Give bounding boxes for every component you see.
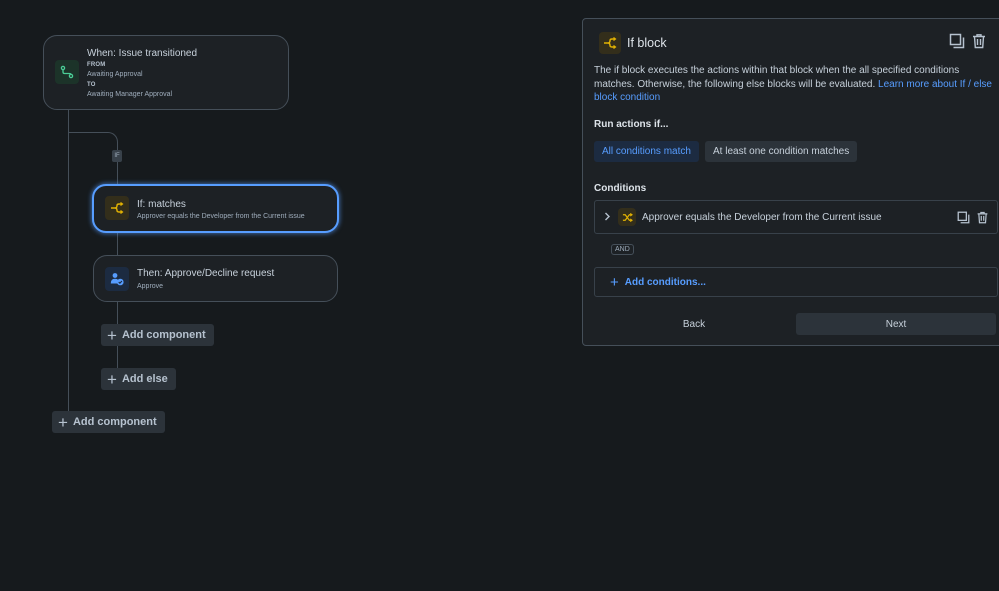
add-component-branch-button[interactable]: + Add component <box>101 324 214 346</box>
if-card-title: If: matches <box>137 199 186 210</box>
chevron-right-icon[interactable] <box>604 208 611 226</box>
shuffle-icon <box>618 208 636 226</box>
branch-icon <box>105 196 129 220</box>
add-component-button[interactable]: + Add component <box>52 411 165 433</box>
duplicate-icon[interactable] <box>949 33 965 54</box>
plus-icon: + <box>107 369 117 389</box>
automation-canvas: When: Issue transitioned FROM Awaiting A… <box>0 0 999 591</box>
main-connector <box>68 110 69 421</box>
condition-text: Approver equals the Developer from the C… <box>642 211 882 223</box>
approve-user-icon <box>105 267 129 291</box>
add-else-button[interactable]: + Add else <box>101 368 176 390</box>
add-conditions-button[interactable]: + Add conditions... <box>594 267 998 297</box>
plus-icon: + <box>610 273 619 291</box>
and-badge: AND <box>611 244 634 255</box>
then-card-subtitle: Approve <box>137 283 164 290</box>
if-block-config-panel: If block The if block executes the actio… <box>582 18 999 346</box>
duplicate-icon[interactable] <box>957 211 970 229</box>
branch-icon <box>599 32 621 54</box>
if-card-subtitle: Approver equals the Developer from the C… <box>137 213 305 220</box>
if-branch-badge: IF <box>112 150 122 162</box>
trigger-to-label: TO <box>87 82 96 88</box>
trash-icon[interactable] <box>971 33 987 54</box>
conditions-label: Conditions <box>594 183 647 194</box>
all-conditions-match-option[interactable]: All conditions match <box>594 141 699 162</box>
any-condition-matches-option[interactable]: At least one condition matches <box>705 141 858 162</box>
trigger-from-label: FROM <box>87 62 106 68</box>
panel-title: If block <box>627 36 667 50</box>
transition-icon <box>55 60 79 84</box>
trigger-from-value: Awaiting Approval <box>87 71 143 78</box>
trash-icon[interactable] <box>976 211 989 229</box>
add-else-label: Add else <box>121 373 168 385</box>
plus-icon: + <box>107 325 117 345</box>
trigger-card[interactable]: When: Issue transitioned FROM Awaiting A… <box>43 35 289 110</box>
back-button[interactable]: Back <box>594 313 794 335</box>
plus-icon: + <box>58 412 68 432</box>
condition-row[interactable]: Approver equals the Developer from the C… <box>594 200 998 234</box>
trigger-to-value: Awaiting Manager Approval <box>87 91 173 98</box>
next-button[interactable]: Next <box>796 313 996 335</box>
add-conditions-label: Add conditions... <box>624 276 706 288</box>
trigger-title: When: Issue transitioned <box>87 48 198 59</box>
branch-connector-curve <box>97 132 118 152</box>
then-action-card[interactable]: Then: Approve/Decline request Approve <box>93 255 338 302</box>
add-component-branch-label: Add component <box>121 329 206 341</box>
run-actions-label: Run actions if... <box>594 119 669 130</box>
then-card-title: Then: Approve/Decline request <box>137 268 275 279</box>
panel-description: The if block executes the actions within… <box>594 64 994 105</box>
if-condition-card[interactable]: If: matches Approver equals the Develope… <box>92 184 339 233</box>
add-component-label: Add component <box>72 416 157 428</box>
